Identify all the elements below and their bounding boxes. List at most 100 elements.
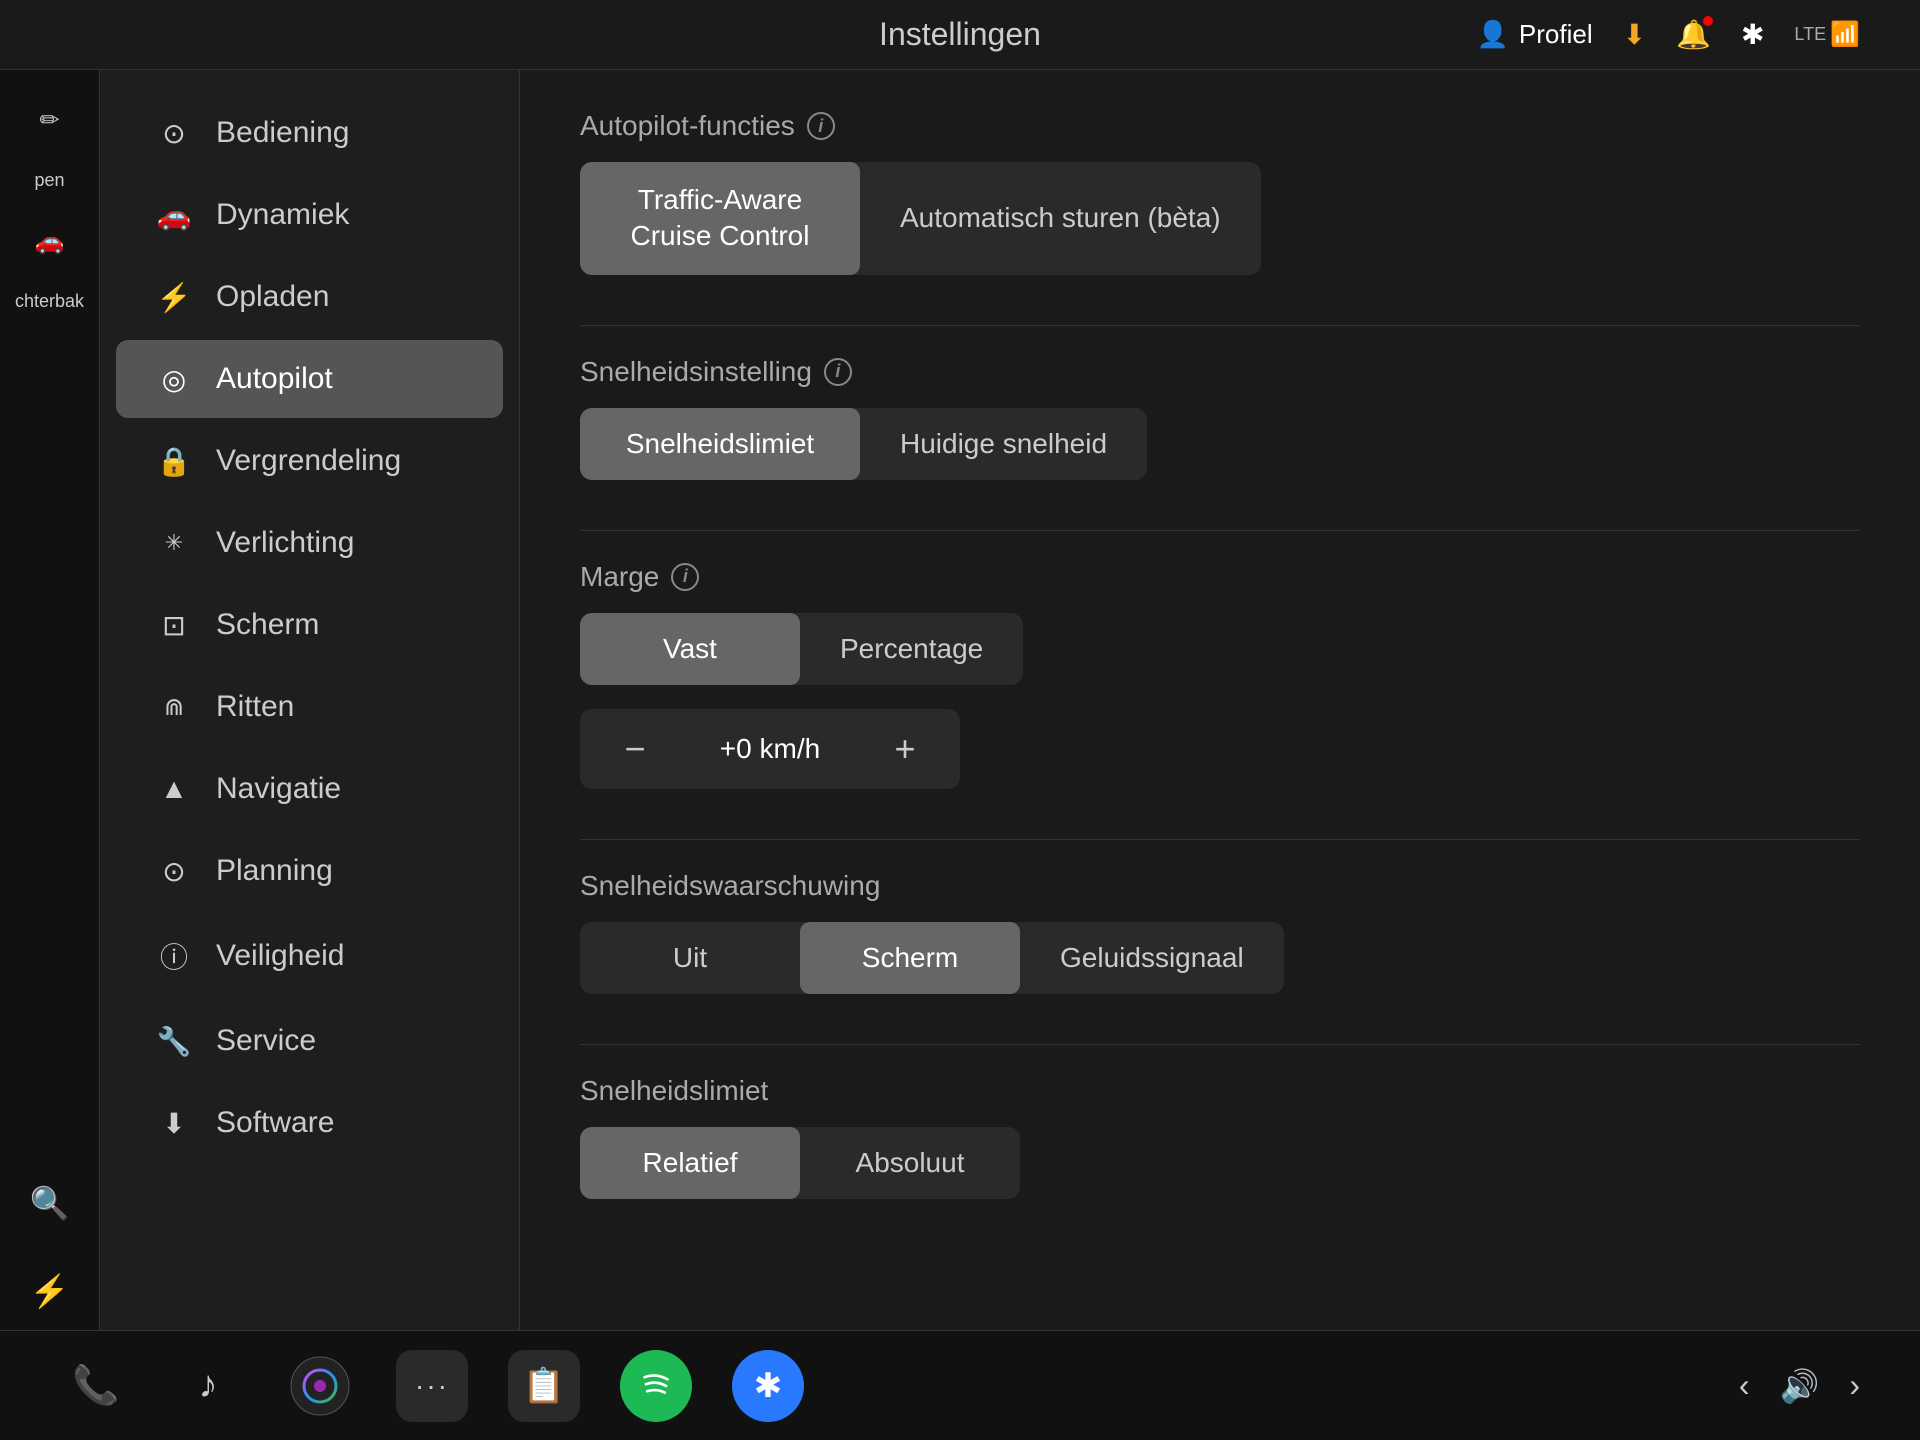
- dynamiek-icon: 🚗: [156, 199, 192, 232]
- speed-warning-title: Snelheidswaarschuwing: [580, 870, 1860, 902]
- section-margin: Marge i Vast Percentage − +0 km/h +: [580, 561, 1860, 789]
- sidebar-item-scherm[interactable]: ⊡ Scherm: [116, 586, 503, 664]
- autosteer-button[interactable]: Automatisch sturen (bèta): [860, 162, 1261, 275]
- volume-button[interactable]: 🔊: [1780, 1367, 1820, 1405]
- sidebar-label-opladen: Opladen: [216, 280, 329, 314]
- divider-1: [580, 325, 1860, 326]
- autopilot-functions-toggle: Traffic-AwareCruise Control Automatisch …: [580, 162, 1261, 275]
- signal-bars-icon: 📶: [1830, 20, 1860, 49]
- sidebar-item-software[interactable]: ⬇ Software: [116, 1084, 503, 1162]
- sidebar-item-planning[interactable]: ⊙ Planning: [116, 832, 503, 910]
- tacc-button[interactable]: Traffic-AwareCruise Control: [580, 162, 860, 275]
- sidebar-item-service[interactable]: 🔧 Service: [116, 1002, 503, 1080]
- download-icon[interactable]: ⬇: [1623, 18, 1646, 51]
- bell-icon[interactable]: 🔔: [1676, 18, 1711, 51]
- profile-label: Profiel: [1519, 19, 1593, 50]
- service-icon: 🔧: [156, 1025, 192, 1058]
- section-speed-limit: Snelheidslimiet Relatief Absoluut: [580, 1075, 1860, 1199]
- sidebar-label-dynamiek: Dynamiek: [216, 198, 349, 232]
- speed-setting-info-icon[interactable]: i: [824, 358, 852, 386]
- bediening-icon: ⊙: [156, 117, 192, 150]
- speed-decrement-button[interactable]: −: [600, 718, 670, 780]
- top-bar-icons: 👤 Profiel ⬇ 🔔 ✱ LTE 📶: [1477, 18, 1860, 51]
- siri-button[interactable]: [284, 1350, 356, 1422]
- speed-value-display: +0 km/h: [720, 733, 820, 765]
- sidebar-label-planning: Planning: [216, 854, 333, 888]
- vast-button[interactable]: Vast: [580, 613, 800, 685]
- opladen-icon: ⚡: [156, 281, 192, 314]
- sidebar-item-dynamiek[interactable]: 🚗 Dynamiek: [116, 176, 503, 254]
- bluetooth-icon[interactable]: ✱: [1741, 18, 1764, 51]
- sidebar-item-navigatie[interactable]: ▲ Navigatie: [116, 750, 503, 828]
- speed-limit-section-title: Snelheidslimiet: [580, 1075, 1860, 1107]
- main-container: ✏ pen 🚗 chterbak 🔍 ⚡ ⊙ Bediening 🚗 Dynam…: [0, 70, 1920, 1330]
- sidebar-item-autopilot[interactable]: ◎ Autopilot: [116, 340, 503, 418]
- volume-icon: 🔊: [1780, 1367, 1820, 1405]
- spotify-icon: [634, 1364, 678, 1408]
- ritten-icon: ⋒: [156, 693, 192, 722]
- next-arrow-button[interactable]: ›: [1849, 1367, 1860, 1404]
- margin-info-icon[interactable]: i: [671, 563, 699, 591]
- profile-button[interactable]: 👤 Profiel: [1477, 19, 1593, 50]
- off-button[interactable]: Uit: [580, 922, 800, 994]
- sidebar-label-software: Software: [216, 1106, 334, 1140]
- sidebar-item-ritten[interactable]: ⋒ Ritten: [116, 668, 503, 746]
- divider-4: [580, 1044, 1860, 1045]
- spotify-button[interactable]: [620, 1350, 692, 1422]
- sidebar-label-autopilot: Autopilot: [216, 362, 333, 396]
- profile-icon: 👤: [1477, 19, 1509, 50]
- main-content: Autopilot-functies i Traffic-AwareCruise…: [520, 70, 1920, 1330]
- percentage-button[interactable]: Percentage: [800, 613, 1023, 685]
- left-edge-panel: ✏ pen 🚗 chterbak 🔍 ⚡: [0, 70, 100, 1330]
- left-edge-trunk[interactable]: 🚗: [15, 211, 85, 271]
- sidebar-item-opladen[interactable]: ⚡ Opladen: [116, 258, 503, 336]
- speed-limit-toggle: Relatief Absoluut: [580, 1127, 1020, 1199]
- signal-area: LTE 📶: [1794, 20, 1860, 49]
- page-title: Instellingen: [879, 16, 1041, 53]
- notes-button[interactable]: 📋: [508, 1350, 580, 1422]
- verlichting-icon: ✳: [156, 530, 192, 556]
- more-button[interactable]: ···: [396, 1350, 468, 1422]
- speed-warning-toggle: Uit Scherm Geluidssignaal: [580, 922, 1284, 994]
- left-edge-open[interactable]: ✏: [15, 90, 85, 150]
- taskbar-right: ‹ 🔊 ›: [1739, 1367, 1860, 1405]
- lte-label: LTE: [1794, 24, 1826, 45]
- current-speed-button[interactable]: Huidige snelheid: [860, 408, 1147, 480]
- charging-icon-edge: ⚡: [30, 1272, 70, 1330]
- sidebar-label-service: Service: [216, 1024, 316, 1058]
- scherm-icon: ⊡: [156, 609, 192, 642]
- sidebar-item-vergrendeling[interactable]: 🔒 Vergrendeling: [116, 422, 503, 500]
- sidebar-label-vergrendeling: Vergrendeling: [216, 444, 401, 478]
- section-autopilot-functions: Autopilot-functies i Traffic-AwareCruise…: [580, 110, 1860, 275]
- autopilot-functions-info-icon[interactable]: i: [807, 112, 835, 140]
- sidebar-item-bediening[interactable]: ⊙ Bediening: [116, 94, 503, 172]
- music-button[interactable]: ♪: [172, 1350, 244, 1422]
- margin-toggle: Vast Percentage: [580, 613, 1023, 685]
- margin-title: Marge i: [580, 561, 1860, 593]
- taskbar: 📞 ♪ ··· 📋 ✱ ‹ 🔊: [0, 1330, 1920, 1440]
- bluetooth-taskbar-button[interactable]: ✱: [732, 1350, 804, 1422]
- autopilot-icon: ◎: [156, 363, 192, 396]
- speed-setting-toggle: Snelheidslimiet Huidige snelheid: [580, 408, 1147, 480]
- sidebar: ⊙ Bediening 🚗 Dynamiek ⚡ Opladen ◎ Autop…: [100, 70, 520, 1330]
- speed-limit-button[interactable]: Snelheidslimiet: [580, 408, 860, 480]
- relatief-button[interactable]: Relatief: [580, 1127, 800, 1199]
- divider-3: [580, 839, 1860, 840]
- phone-button[interactable]: 📞: [60, 1350, 132, 1422]
- speed-increment-button[interactable]: +: [870, 718, 940, 780]
- screen-button[interactable]: Scherm: [800, 922, 1020, 994]
- sidebar-label-verlichting: Verlichting: [216, 526, 354, 560]
- vergrendeling-icon: 🔒: [156, 445, 192, 478]
- sidebar-item-veiligheid[interactable]: ⓘ Veiligheid: [116, 914, 503, 998]
- sound-button[interactable]: Geluidssignaal: [1020, 922, 1284, 994]
- section-speed-warning: Snelheidswaarschuwing Uit Scherm Geluids…: [580, 870, 1860, 994]
- planning-icon: ⊙: [156, 855, 192, 888]
- sidebar-label-navigatie: Navigatie: [216, 772, 341, 806]
- top-bar: Instellingen 👤 Profiel ⬇ 🔔 ✱ LTE 📶: [0, 0, 1920, 70]
- search-button[interactable]: 🔍: [30, 1184, 70, 1252]
- absoluut-button[interactable]: Absoluut: [800, 1127, 1020, 1199]
- sidebar-label-ritten: Ritten: [216, 690, 294, 724]
- sidebar-item-verlichting[interactable]: ✳ Verlichting: [116, 504, 503, 582]
- prev-arrow-button[interactable]: ‹: [1739, 1367, 1750, 1404]
- veiligheid-icon: ⓘ: [156, 936, 192, 976]
